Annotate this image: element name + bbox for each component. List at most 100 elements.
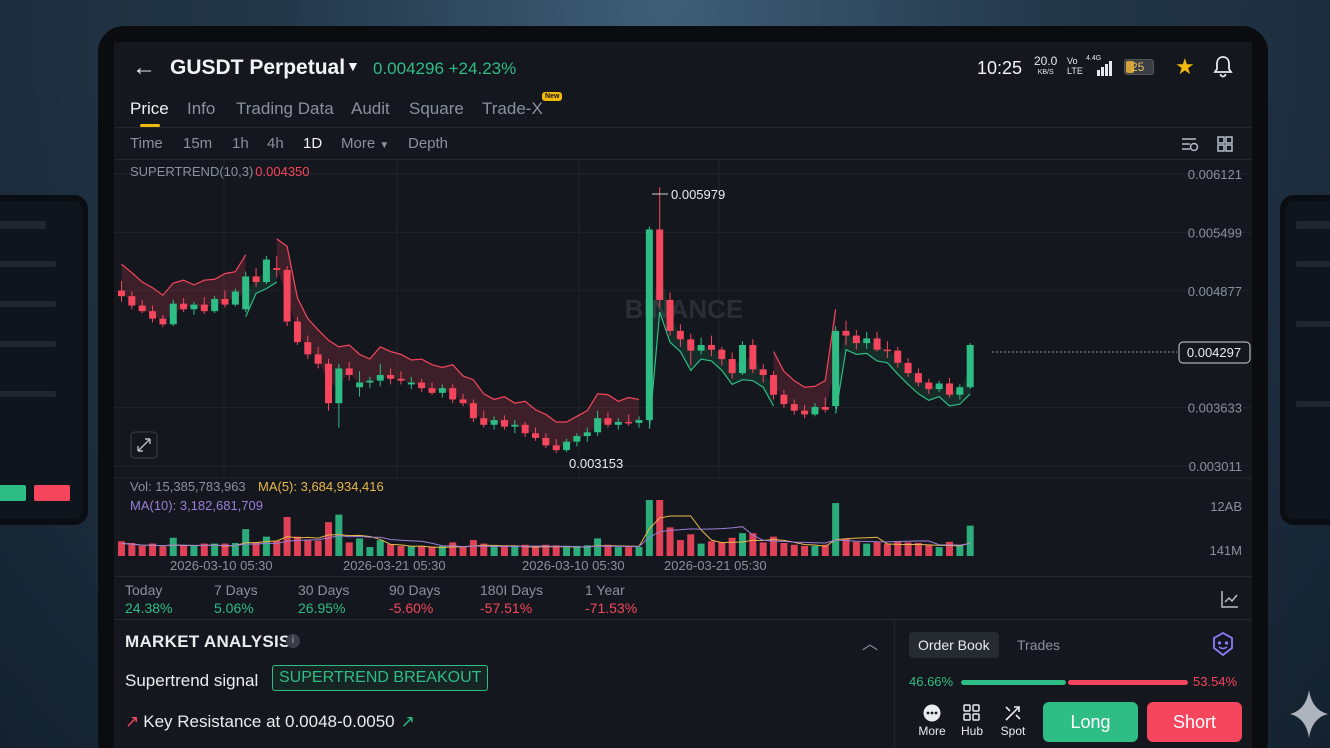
price-chart[interactable]: BINANCE 0.006121 0.005499 0.004877 0.003633… xyxy=(114,160,1252,576)
candle-body xyxy=(469,403,477,419)
low-value: 0.003153 xyxy=(569,456,623,471)
expand-icon[interactable] xyxy=(130,431,158,459)
candle-body xyxy=(956,387,964,395)
chevron-down-icon[interactable]: ▼ xyxy=(346,58,360,74)
candle-body xyxy=(759,369,767,376)
high-label: 0.005979 xyxy=(652,187,725,202)
volume-bar xyxy=(356,538,364,556)
tab-trades[interactable]: Trades xyxy=(1017,637,1060,653)
candle-body xyxy=(707,344,715,350)
tab-order-book[interactable]: Order Book xyxy=(909,632,999,658)
bell-icon[interactable] xyxy=(1212,54,1234,83)
hub-button[interactable]: Hub xyxy=(954,704,990,738)
tab-trade-x[interactable]: Trade-X xyxy=(482,99,543,119)
interval-more[interactable]: More ▼ xyxy=(341,135,389,152)
chart-canvas[interactable]: BINANCE 0.006121 0.005499 0.004877 0.003633… xyxy=(114,160,1252,576)
candle-body xyxy=(832,330,840,407)
candle-body xyxy=(428,388,436,393)
volume-bar xyxy=(863,543,871,556)
x-tick: 2026-03-21 05:30 xyxy=(343,558,446,573)
line-chart-icon[interactable] xyxy=(1220,589,1240,614)
volume-bar xyxy=(293,536,301,556)
new-badge: New xyxy=(542,92,563,101)
period-1y[interactable]: 1 Year -71.53% xyxy=(585,581,637,617)
interval-bar: Time 15m 1h 4h 1D More ▼ Depth xyxy=(114,128,1252,160)
candle-body xyxy=(407,382,415,385)
info-icon[interactable]: i xyxy=(286,634,300,648)
volume-bar xyxy=(159,546,167,556)
volume-bar xyxy=(925,544,933,556)
candle-body xyxy=(780,394,788,405)
indicator-label: SUPERTREND(10,3) 0.004350 xyxy=(130,164,310,179)
volume-bar xyxy=(376,540,384,556)
volume-bar xyxy=(718,542,726,556)
volume-bar xyxy=(946,541,953,556)
more-button[interactable]: More xyxy=(914,704,950,738)
tab-audit[interactable]: Audit xyxy=(351,99,390,119)
period-today[interactable]: Today 24.38% xyxy=(125,581,172,617)
x-tick: 2026-03-10 05:30 xyxy=(170,558,273,573)
period-180d[interactable]: 180I Days -57.51% xyxy=(480,581,543,617)
candle-body xyxy=(614,421,622,425)
candle-body xyxy=(138,305,146,312)
watermark: BINANCE xyxy=(625,294,743,324)
assistant-bot-icon[interactable] xyxy=(1209,630,1237,663)
volume-ma10: MA(10): 3,182,681,709 xyxy=(130,498,263,513)
volume-bar xyxy=(852,541,860,556)
interval-1h[interactable]: 1h xyxy=(232,135,249,152)
volume-bar xyxy=(169,537,177,556)
tab-info[interactable]: Info xyxy=(187,99,215,119)
candle-body xyxy=(293,321,301,343)
candle-body xyxy=(863,338,871,344)
volume-bar xyxy=(780,543,788,556)
trend-up-green-icon: ↗ xyxy=(400,712,415,731)
volume-bar xyxy=(656,500,664,556)
interval-4h[interactable]: 4h xyxy=(267,135,284,152)
volume-bar xyxy=(128,543,136,556)
volume-bar xyxy=(666,527,674,556)
layout-grid-icon[interactable] xyxy=(1215,134,1235,159)
period-7d[interactable]: 7 Days 5.06% xyxy=(214,581,258,617)
candle-body xyxy=(728,359,736,374)
volume-bar xyxy=(449,542,457,556)
period-30d[interactable]: 30 Days 26.95% xyxy=(298,581,349,617)
volume-bar xyxy=(687,534,695,556)
tab-square[interactable]: Square xyxy=(409,99,464,119)
candle-body xyxy=(666,299,674,331)
candle-body xyxy=(480,418,488,425)
pair-title[interactable]: GUSDT Perpetual xyxy=(170,56,345,80)
volume-bar xyxy=(366,547,374,556)
favorite-star-icon[interactable]: ★ xyxy=(1175,54,1195,80)
volume-bar xyxy=(397,545,405,556)
candle-body xyxy=(656,229,664,300)
candle-body xyxy=(821,406,829,410)
back-arrow-icon[interactable]: ← xyxy=(132,54,156,82)
interval-15m[interactable]: 15m xyxy=(183,135,212,152)
tab-price[interactable]: Price xyxy=(130,99,169,119)
chart-settings-icon[interactable] xyxy=(1180,134,1200,159)
long-button[interactable]: Long xyxy=(1043,702,1138,742)
volume-bar xyxy=(801,545,809,556)
candle-body xyxy=(366,380,374,383)
candle-body xyxy=(697,344,705,351)
spot-button[interactable]: Spot xyxy=(995,704,1031,738)
candle-body xyxy=(387,375,395,379)
candle-body xyxy=(625,421,633,424)
period-90d[interactable]: 90 Days -5.60% xyxy=(389,581,440,617)
main-tabs: Price Info Trading Data Audit Square Tra… xyxy=(114,94,1252,128)
candle-body xyxy=(438,388,446,393)
candle-body xyxy=(128,296,136,306)
chevron-up-icon[interactable]: ︿ xyxy=(862,630,878,654)
y-tick-label: 0.004877 xyxy=(1188,284,1242,299)
short-button[interactable]: Short xyxy=(1147,702,1242,742)
signal-bars-icon xyxy=(1097,58,1113,76)
candle-body xyxy=(149,311,157,319)
interval-depth[interactable]: Depth xyxy=(408,135,448,152)
candle-body xyxy=(418,382,426,389)
interval-time[interactable]: Time xyxy=(130,135,163,152)
tab-trading-data[interactable]: Trading Data xyxy=(236,99,334,119)
hub-grid-icon xyxy=(963,704,980,721)
interval-1d[interactable]: 1D xyxy=(303,135,322,152)
volume-bar xyxy=(180,545,188,556)
net-speed: 20.0 KB/S xyxy=(1034,54,1058,76)
